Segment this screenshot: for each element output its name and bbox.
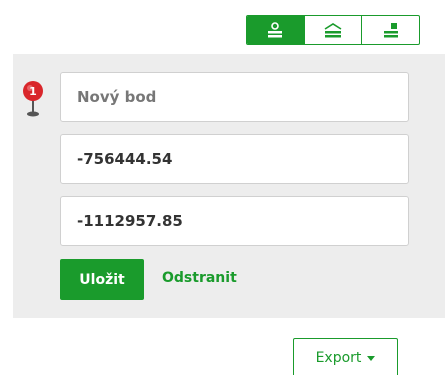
save-button[interactable]: Uložit [60,259,144,300]
remove-link[interactable]: Odstranit [162,270,237,286]
point-tool-icon [266,22,284,38]
export-button[interactable]: Export [293,338,398,375]
drawing-mode-toolbar [246,15,420,45]
export-label: Export [315,350,362,366]
polygon-tool-icon [382,22,400,38]
marker-number: 1 [29,85,37,98]
polygon-mode-button[interactable] [362,16,419,44]
caret-down-icon [367,355,376,361]
y-coordinate-input[interactable] [60,196,409,246]
point-name-input[interactable] [60,72,409,122]
line-mode-button[interactable] [305,16,363,44]
x-coordinate-input[interactable] [60,134,409,184]
line-tool-icon [323,22,343,38]
map-marker-icon: 1 [20,80,46,118]
point-mode-button[interactable] [247,16,305,44]
